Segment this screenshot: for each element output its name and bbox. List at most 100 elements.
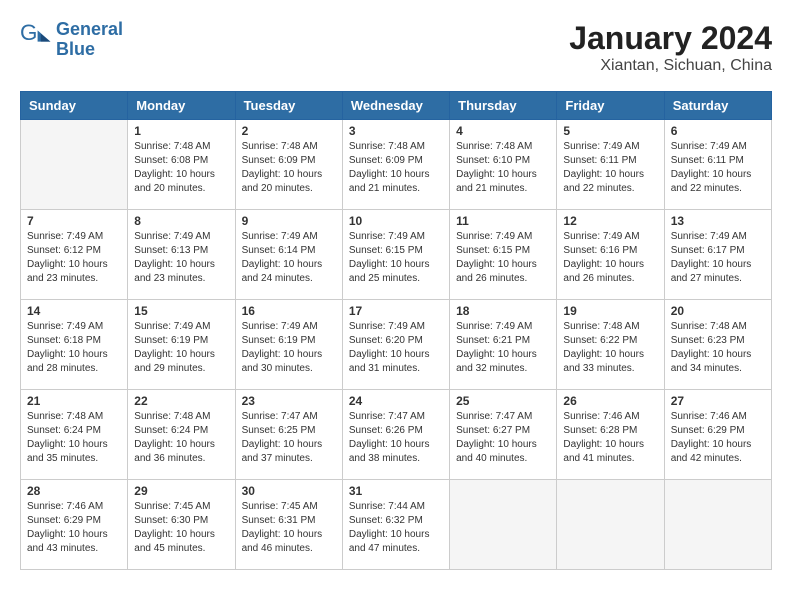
day-number: 2 bbox=[242, 124, 336, 138]
day-cell: 28Sunrise: 7:46 AM Sunset: 6:29 PM Dayli… bbox=[21, 480, 128, 570]
day-number: 11 bbox=[456, 214, 550, 228]
day-info: Sunrise: 7:48 AM Sunset: 6:23 PM Dayligh… bbox=[671, 320, 765, 376]
day-info: Sunrise: 7:47 AM Sunset: 6:26 PM Dayligh… bbox=[349, 410, 443, 466]
day-cell: 8 Sunrise: 7:49 AM Sunset: 6:13 PM Daylig… bbox=[128, 210, 235, 300]
day-info: Sunrise: 7:48 AM Sunset: 6:09 PM Dayligh… bbox=[242, 140, 336, 196]
day-info: Sunrise: 7:49 AM Sunset: 6:19 PM Dayligh… bbox=[242, 320, 336, 376]
day-number: 10 bbox=[349, 214, 443, 228]
day-cell: 19Sunrise: 7:48 AM Sunset: 6:22 PM Dayli… bbox=[557, 300, 664, 390]
day-number: 30 bbox=[242, 484, 336, 498]
day-cell: 24 Sunrise: 7:47 AM Sunset: 6:26 PM Dayli… bbox=[342, 390, 449, 480]
day-info: Sunrise: 7:49 AM Sunset: 6:13 PM Dayligh… bbox=[134, 230, 228, 286]
day-info: Sunrise: 7:49 AM Sunset: 6:17 PM Dayligh… bbox=[671, 230, 765, 286]
day-info: Sunrise: 7:49 AM Sunset: 6:14 PM Dayligh… bbox=[242, 230, 336, 286]
logo-line1: General bbox=[56, 19, 123, 39]
logo: G General Blue bbox=[20, 20, 123, 60]
week-row-5: 28Sunrise: 7:46 AM Sunset: 6:29 PM Dayli… bbox=[21, 480, 772, 570]
svg-text:G: G bbox=[20, 24, 37, 45]
day-info: Sunrise: 7:47 AM Sunset: 6:27 PM Dayligh… bbox=[456, 410, 550, 466]
day-info: Sunrise: 7:49 AM Sunset: 6:11 PM Dayligh… bbox=[671, 140, 765, 196]
day-number: 12 bbox=[563, 214, 657, 228]
day-number: 25 bbox=[456, 394, 550, 408]
day-info: Sunrise: 7:48 AM Sunset: 6:24 PM Dayligh… bbox=[134, 410, 228, 466]
logo-text: General Blue bbox=[56, 20, 123, 60]
logo-line2: Blue bbox=[56, 39, 95, 59]
day-cell: 5Sunrise: 7:49 AM Sunset: 6:11 PM Daylig… bbox=[557, 120, 664, 210]
day-cell: 18Sunrise: 7:49 AM Sunset: 6:21 PM Dayli… bbox=[450, 300, 557, 390]
day-number: 21 bbox=[27, 394, 121, 408]
week-row-4: 21 Sunrise: 7:48 AM Sunset: 6:24 PM Dayli… bbox=[21, 390, 772, 480]
title-block: January 2024 Xiantan, Sichuan, China bbox=[569, 20, 772, 75]
day-number: 8 bbox=[134, 214, 228, 228]
day-cell: 6 Sunrise: 7:49 AM Sunset: 6:11 PM Daylig… bbox=[664, 120, 771, 210]
day-number: 4 bbox=[456, 124, 550, 138]
day-info: Sunrise: 7:44 AM Sunset: 6:32 PM Dayligh… bbox=[349, 500, 443, 556]
day-cell: 30Sunrise: 7:45 AM Sunset: 6:31 PM Dayli… bbox=[235, 480, 342, 570]
day-info: Sunrise: 7:49 AM Sunset: 6:19 PM Dayligh… bbox=[134, 320, 228, 376]
day-cell: 4 Sunrise: 7:48 AM Sunset: 6:10 PM Daylig… bbox=[450, 120, 557, 210]
day-cell: 17 Sunrise: 7:49 AM Sunset: 6:20 PM Dayli… bbox=[342, 300, 449, 390]
calendar-body: 1Sunrise: 7:48 AM Sunset: 6:08 PM Daylig… bbox=[21, 120, 772, 570]
header-cell-tuesday: Tuesday bbox=[235, 92, 342, 120]
day-cell: 21 Sunrise: 7:48 AM Sunset: 6:24 PM Dayli… bbox=[21, 390, 128, 480]
day-number: 28 bbox=[27, 484, 121, 498]
day-info: Sunrise: 7:46 AM Sunset: 6:28 PM Dayligh… bbox=[563, 410, 657, 466]
day-number: 23 bbox=[242, 394, 336, 408]
calendar-header: SundayMondayTuesdayWednesdayThursdayFrid… bbox=[21, 92, 772, 120]
day-info: Sunrise: 7:45 AM Sunset: 6:30 PM Dayligh… bbox=[134, 500, 228, 556]
week-row-3: 14 Sunrise: 7:49 AM Sunset: 6:18 PM Dayli… bbox=[21, 300, 772, 390]
page-subtitle: Xiantan, Sichuan, China bbox=[569, 57, 772, 75]
header-row: SundayMondayTuesdayWednesdayThursdayFrid… bbox=[21, 92, 772, 120]
day-info: Sunrise: 7:49 AM Sunset: 6:20 PM Dayligh… bbox=[349, 320, 443, 376]
day-cell: 1Sunrise: 7:48 AM Sunset: 6:08 PM Daylig… bbox=[128, 120, 235, 210]
day-number: 16 bbox=[242, 304, 336, 318]
day-info: Sunrise: 7:49 AM Sunset: 6:11 PM Dayligh… bbox=[563, 140, 657, 196]
day-cell: 25 Sunrise: 7:47 AM Sunset: 6:27 PM Dayli… bbox=[450, 390, 557, 480]
day-info: Sunrise: 7:47 AM Sunset: 6:25 PM Dayligh… bbox=[242, 410, 336, 466]
day-number: 26 bbox=[563, 394, 657, 408]
day-number: 29 bbox=[134, 484, 228, 498]
logo-icon: G bbox=[20, 24, 52, 56]
day-number: 3 bbox=[349, 124, 443, 138]
day-cell bbox=[557, 480, 664, 570]
day-cell: 7Sunrise: 7:49 AM Sunset: 6:12 PM Daylig… bbox=[21, 210, 128, 300]
week-row-2: 7Sunrise: 7:49 AM Sunset: 6:12 PM Daylig… bbox=[21, 210, 772, 300]
day-cell bbox=[450, 480, 557, 570]
page-header: G General Blue January 2024 Xiantan, Sic… bbox=[20, 20, 772, 75]
day-info: Sunrise: 7:49 AM Sunset: 6:18 PM Dayligh… bbox=[27, 320, 121, 376]
day-info: Sunrise: 7:48 AM Sunset: 6:22 PM Dayligh… bbox=[563, 320, 657, 376]
day-cell: 13 Sunrise: 7:49 AM Sunset: 6:17 PM Dayli… bbox=[664, 210, 771, 300]
day-cell bbox=[664, 480, 771, 570]
day-number: 6 bbox=[671, 124, 765, 138]
day-info: Sunrise: 7:48 AM Sunset: 6:24 PM Dayligh… bbox=[27, 410, 121, 466]
day-info: Sunrise: 7:49 AM Sunset: 6:15 PM Dayligh… bbox=[349, 230, 443, 286]
day-cell: 16 Sunrise: 7:49 AM Sunset: 6:19 PM Dayli… bbox=[235, 300, 342, 390]
day-cell: 14 Sunrise: 7:49 AM Sunset: 6:18 PM Dayli… bbox=[21, 300, 128, 390]
day-number: 7 bbox=[27, 214, 121, 228]
day-cell: 22Sunrise: 7:48 AM Sunset: 6:24 PM Dayli… bbox=[128, 390, 235, 480]
day-number: 27 bbox=[671, 394, 765, 408]
day-cell: 9Sunrise: 7:49 AM Sunset: 6:14 PM Daylig… bbox=[235, 210, 342, 300]
day-number: 24 bbox=[349, 394, 443, 408]
day-cell: 31Sunrise: 7:44 AM Sunset: 6:32 PM Dayli… bbox=[342, 480, 449, 570]
header-cell-friday: Friday bbox=[557, 92, 664, 120]
day-cell: 27Sunrise: 7:46 AM Sunset: 6:29 PM Dayli… bbox=[664, 390, 771, 480]
header-cell-thursday: Thursday bbox=[450, 92, 557, 120]
day-cell: 2 Sunrise: 7:48 AM Sunset: 6:09 PM Daylig… bbox=[235, 120, 342, 210]
day-info: Sunrise: 7:49 AM Sunset: 6:21 PM Dayligh… bbox=[456, 320, 550, 376]
day-info: Sunrise: 7:49 AM Sunset: 6:16 PM Dayligh… bbox=[563, 230, 657, 286]
header-cell-monday: Monday bbox=[128, 92, 235, 120]
header-cell-saturday: Saturday bbox=[664, 92, 771, 120]
day-cell: 3Sunrise: 7:48 AM Sunset: 6:09 PM Daylig… bbox=[342, 120, 449, 210]
header-cell-sunday: Sunday bbox=[21, 92, 128, 120]
day-cell: 12 Sunrise: 7:49 AM Sunset: 6:16 PM Dayli… bbox=[557, 210, 664, 300]
day-number: 1 bbox=[134, 124, 228, 138]
day-number: 17 bbox=[349, 304, 443, 318]
day-number: 13 bbox=[671, 214, 765, 228]
day-info: Sunrise: 7:48 AM Sunset: 6:10 PM Dayligh… bbox=[456, 140, 550, 196]
day-cell bbox=[21, 120, 128, 210]
page-title: January 2024 bbox=[569, 20, 772, 57]
day-cell: 23 Sunrise: 7:47 AM Sunset: 6:25 PM Dayli… bbox=[235, 390, 342, 480]
day-number: 14 bbox=[27, 304, 121, 318]
day-info: Sunrise: 7:49 AM Sunset: 6:15 PM Dayligh… bbox=[456, 230, 550, 286]
